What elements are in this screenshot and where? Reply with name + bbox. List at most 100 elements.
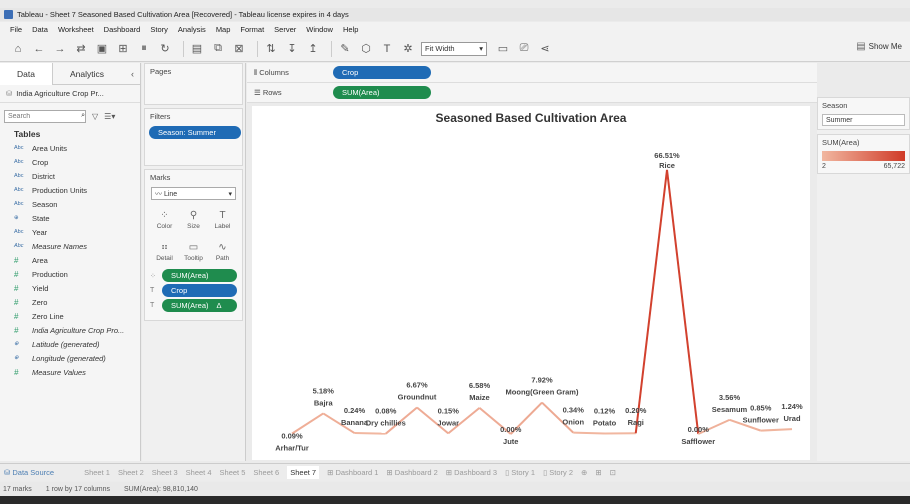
field-item[interactable]: Abc Season — [0, 197, 140, 211]
field-item[interactable]: # Area — [0, 253, 140, 267]
menu-window[interactable]: Window — [306, 25, 333, 34]
forward-icon[interactable]: → — [52, 41, 68, 57]
columns-pill-crop[interactable]: Crop — [333, 66, 431, 79]
tab-story-2[interactable]: ▯ Story 2 — [543, 468, 573, 477]
field-item[interactable]: # Zero — [0, 295, 140, 309]
marks-pill-sum-area-label[interactable]: SUM(Area) Δ — [162, 299, 237, 312]
menu-format[interactable]: Format — [240, 25, 264, 34]
line-segment[interactable] — [573, 431, 605, 435]
menu-help[interactable]: Help — [343, 25, 358, 34]
save-icon[interactable]: ▣ — [94, 41, 110, 57]
field-item[interactable]: Abc Year — [0, 225, 140, 239]
rows-pill-sum-area[interactable]: SUM(Area) — [333, 86, 431, 99]
menu-worksheet[interactable]: Worksheet — [58, 25, 94, 34]
sort-desc-icon[interactable]: ↥ — [305, 41, 321, 57]
new-story-icon[interactable]: ⊡ — [610, 468, 616, 477]
field-item[interactable]: Abc Production Units — [0, 183, 140, 197]
menu-dashboard[interactable]: Dashboard — [104, 25, 141, 34]
duplicate-icon[interactable]: ⧉ — [210, 41, 226, 57]
field-item[interactable]: ⊕ State — [0, 211, 140, 225]
tab-data[interactable]: Data — [0, 62, 53, 85]
tab-sheet-5[interactable]: Sheet 5 — [220, 468, 246, 477]
device-preview-icon[interactable]: ⎚ — [516, 41, 532, 57]
field-name: Latitude (generated) — [32, 339, 100, 349]
season-filter-select[interactable]: Summer — [822, 114, 905, 126]
tab-sheet-7[interactable]: Sheet 7 — [287, 466, 320, 479]
viz-area[interactable]: Seasoned Based Cultivation Area 0.09% Arh… — [252, 106, 810, 460]
tab-dashboard-2[interactable]: ⊞ Dashboard 2 — [386, 468, 437, 477]
swap-icon[interactable]: ⇅ — [263, 41, 279, 57]
tab-dashboard-3[interactable]: ⊞ Dashboard 3 — [446, 468, 497, 477]
line-segment[interactable] — [666, 169, 700, 435]
menu-map[interactable]: Map — [216, 25, 231, 34]
detail-button[interactable]: ⠶ Detail — [150, 236, 179, 268]
path-button[interactable]: ∿ Path — [208, 236, 237, 268]
back-icon[interactable]: ← — [31, 41, 47, 57]
highlight-icon[interactable]: ✎ — [337, 41, 353, 57]
field-item[interactable]: ⊕ Longitude (generated) — [0, 351, 140, 365]
field-item[interactable]: # Zero Line — [0, 309, 140, 323]
refresh-icon[interactable]: ↻ — [157, 41, 173, 57]
fit-dropdown[interactable]: Fit Width ▾ — [421, 41, 487, 56]
filter-pill-season[interactable]: Season: Summer — [149, 126, 241, 139]
tab-sheet-2[interactable]: Sheet 2 — [118, 468, 144, 477]
sort-asc-icon[interactable]: ↧ — [284, 41, 300, 57]
tab-analytics[interactable]: Analytics — [53, 63, 121, 85]
tab-sheet-3[interactable]: Sheet 3 — [152, 468, 178, 477]
mark-type-dropdown[interactable]: 〰 Line ▾ — [151, 187, 236, 200]
filter-fields-icon[interactable]: ▽ — [92, 112, 98, 121]
field-name: Season — [32, 199, 58, 209]
search-input[interactable] — [8, 112, 68, 120]
field-item[interactable]: ⊕ Latitude (generated) — [0, 337, 140, 351]
marks-pill-sum-area-color[interactable]: SUM(Area) — [162, 269, 237, 282]
presentation-icon[interactable]: ▭ — [495, 41, 511, 57]
tab-sheet-4[interactable]: Sheet 4 — [186, 468, 212, 477]
line-segment[interactable] — [760, 428, 793, 432]
menu-data[interactable]: Data — [32, 25, 48, 34]
tab-sheet-6[interactable]: Sheet 6 — [253, 468, 279, 477]
new-sheet-icon[interactable]: ▤ — [189, 41, 205, 57]
labels-icon[interactable]: T — [379, 41, 395, 57]
line-segment[interactable] — [634, 169, 668, 434]
size-button[interactable]: ⚲ Size — [179, 204, 208, 236]
group-icon[interactable]: ⬡ — [358, 41, 374, 57]
label-button[interactable]: T Label — [208, 204, 237, 236]
collapse-icon[interactable]: ‹ — [131, 69, 134, 79]
share-icon[interactable]: ⋖ — [537, 41, 553, 57]
show-me-button[interactable]: ▤ Show Me — [856, 41, 902, 52]
field-item[interactable]: Abc Crop — [0, 155, 140, 169]
view-options-icon[interactable]: ☰▾ — [104, 112, 115, 121]
field-item[interactable]: # Measure Values — [0, 365, 140, 379]
new-dashboard-icon[interactable]: ⊞ — [595, 468, 601, 477]
tooltip-button[interactable]: ▭ Tooltip — [179, 236, 208, 268]
field-item[interactable]: Abc Area Units — [0, 141, 140, 155]
pause-icon[interactable]: ⏸ — [136, 41, 152, 57]
line-chart[interactable]: 0.09% Arhar/Tur 5.18% Bajra 0.24% Banana 0.08%… — [252, 106, 810, 460]
menu-server[interactable]: Server — [274, 25, 296, 34]
line-segment[interactable] — [291, 412, 324, 435]
data-label-value: 0.08% — [375, 407, 397, 416]
new-worksheet-icon[interactable]: ⊕ — [581, 468, 587, 477]
field-item[interactable]: Abc Measure Names — [0, 239, 140, 253]
menu-file[interactable]: File — [10, 25, 22, 34]
field-item[interactable]: Abc District — [0, 169, 140, 183]
datasource-item[interactable]: ⛁ India Agriculture Crop Pr... — [0, 85, 140, 103]
pin-icon[interactable]: ✲ — [400, 41, 416, 57]
new-datasource-icon[interactable]: ⊞ — [115, 41, 131, 57]
line-segment[interactable] — [354, 432, 386, 435]
search-icon[interactable]: ⌕ — [81, 112, 85, 120]
tab-data-source[interactable]: ⛁ Data Source — [4, 468, 54, 477]
connect-icon[interactable]: ⇄ — [73, 41, 89, 57]
menu-analysis[interactable]: Analysis — [178, 25, 206, 34]
field-item[interactable]: # India Agriculture Crop Pro... — [0, 323, 140, 337]
tab-dashboard-1[interactable]: ⊞ Dashboard 1 — [327, 468, 378, 477]
marks-pill-crop-label[interactable]: Crop — [162, 284, 237, 297]
menu-story[interactable]: Story — [150, 25, 168, 34]
home-icon[interactable]: ⌂ — [10, 41, 26, 57]
clear-icon[interactable]: ⊠ — [231, 41, 247, 57]
tab-sheet-1[interactable]: Sheet 1 — [84, 468, 110, 477]
color-button[interactable]: ⁘ Color — [150, 204, 179, 236]
field-item[interactable]: # Production — [0, 267, 140, 281]
tab-story-1[interactable]: ▯ Story 1 — [505, 468, 535, 477]
field-item[interactable]: # Yield — [0, 281, 140, 295]
